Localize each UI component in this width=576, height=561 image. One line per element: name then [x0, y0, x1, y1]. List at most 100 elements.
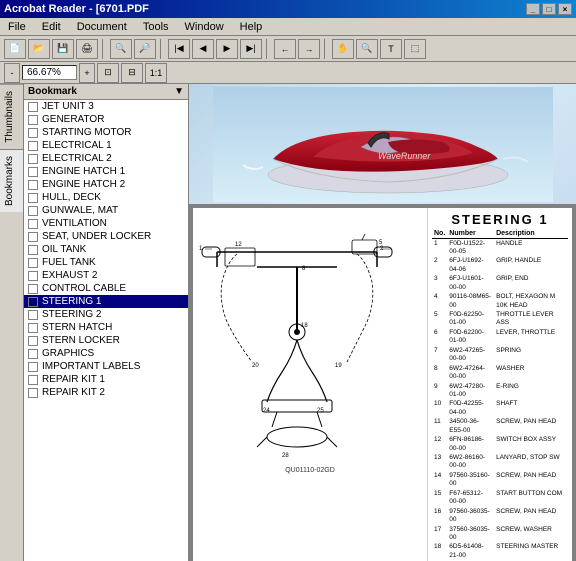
svg-text:20: 20: [252, 363, 259, 369]
fit-page-btn[interactable]: ⊡: [97, 63, 119, 83]
document-area[interactable]: WaveRunner: [189, 84, 576, 561]
maximize-button[interactable]: □: [542, 3, 556, 15]
bookmark-label: ENGINE HATCH 1: [42, 166, 125, 177]
bookmarks-dropdown-icon[interactable]: ▼: [174, 86, 184, 97]
bookmark-item[interactable]: EXHAUST 2: [24, 269, 188, 282]
bookmark-item[interactable]: STERN HATCH: [24, 321, 188, 334]
close-button[interactable]: ×: [558, 3, 572, 15]
fit-width-btn[interactable]: ⊟: [121, 63, 143, 83]
cell-number: F0D-42255-04-00: [447, 400, 494, 418]
hand-tool[interactable]: ✋: [332, 39, 354, 59]
bookmark-checkbox: [28, 128, 38, 138]
cell-no: 8: [432, 364, 447, 382]
bookmark-item[interactable]: GUNWALE, MAT: [24, 204, 188, 217]
menu-document[interactable]: Document: [73, 20, 131, 34]
bookmark-item[interactable]: JET UNIT 3: [24, 100, 188, 113]
menu-window[interactable]: Window: [181, 20, 228, 34]
zoom-out-btn[interactable]: -: [4, 63, 20, 83]
cell-number: 6FN-86186-00-00: [447, 436, 494, 454]
bookmark-item[interactable]: STEERING 1: [24, 295, 188, 308]
bookmark-item[interactable]: STERN LOCKER: [24, 334, 188, 347]
bookmark-item[interactable]: VENTILATION: [24, 217, 188, 230]
bookmark-label: CONTROL CABLE: [42, 283, 126, 294]
table-row: 15F67-65312-00-00START BUTTON COM: [432, 489, 568, 507]
find-button[interactable]: 🔎: [134, 39, 156, 59]
cell-number: 6W2-47265-00-00: [447, 346, 494, 364]
bookmark-item[interactable]: ENGINE HATCH 1: [24, 165, 188, 178]
cell-desc: BOLT, HEXAGON M 10K HEAD: [494, 293, 568, 311]
bookmark-item[interactable]: STARTING MOTOR: [24, 126, 188, 139]
bookmark-label: SEAT, UNDER LOCKER: [42, 231, 151, 242]
bookmark-item[interactable]: REPAIR KIT 1: [24, 373, 188, 386]
document-page: 1 2 5 12 8 18 19 20 24 25 28 QU01110-02G…: [193, 208, 572, 561]
bookmark-checkbox: [28, 115, 38, 125]
bookmark-item[interactable]: SEAT, UNDER LOCKER: [24, 230, 188, 243]
bookmark-item[interactable]: OIL TANK: [24, 243, 188, 256]
diagram-label: QU01110-02GD: [197, 467, 423, 474]
cell-number: 97560-36035-00: [447, 507, 494, 525]
cell-desc: SCREW, PAN HEAD: [494, 507, 568, 525]
bookmark-item[interactable]: GRAPHICS: [24, 347, 188, 360]
print-button[interactable]: 🖨: [76, 39, 98, 59]
menu-edit[interactable]: Edit: [38, 20, 65, 34]
save-button[interactable]: 💾: [52, 39, 74, 59]
bookmark-item[interactable]: CONTROL CABLE: [24, 282, 188, 295]
bookmark-item[interactable]: REPAIR KIT 2: [24, 386, 188, 399]
cell-desc: WASHER: [494, 364, 568, 382]
bookmark-checkbox: [28, 336, 38, 346]
table-row: 490116-08M65-00BOLT, HEXAGON M 10K HEAD: [432, 293, 568, 311]
bookmark-label: EXHAUST 2: [42, 270, 97, 281]
col-number: Number: [447, 229, 494, 239]
menu-tools[interactable]: Tools: [139, 20, 173, 34]
bookmark-label: GRAPHICS: [42, 348, 94, 359]
actual-size-btn[interactable]: 1:1: [145, 63, 167, 83]
bookmark-item[interactable]: ENGINE HATCH 2: [24, 178, 188, 191]
zoom-in-button[interactable]: 🔍: [356, 39, 378, 59]
last-page-button[interactable]: ▶|: [240, 39, 262, 59]
search-button[interactable]: 🔍: [110, 39, 132, 59]
bookmark-checkbox: [28, 232, 38, 242]
table-row: 186D5-61408-21-00STEERING MASTER: [432, 543, 568, 561]
bookmark-item[interactable]: ELECTRICAL 1: [24, 139, 188, 152]
forward-button[interactable]: →: [298, 39, 320, 59]
minimize-button[interactable]: _: [526, 3, 540, 15]
first-page-button[interactable]: |◀: [168, 39, 190, 59]
bookmark-item[interactable]: HULL, DECK: [24, 191, 188, 204]
bookmark-label: OIL TANK: [42, 244, 86, 255]
cell-number: 97560-35160-00: [447, 471, 494, 489]
bookmark-label: GENERATOR: [42, 114, 104, 125]
cell-no: 11: [432, 418, 447, 436]
bookmark-item[interactable]: GENERATOR: [24, 113, 188, 126]
open-button[interactable]: 📂: [28, 39, 50, 59]
col-no: No.: [432, 229, 447, 239]
bookmarks-tab[interactable]: Bookmarks: [0, 149, 23, 212]
cell-no: 7: [432, 346, 447, 364]
cell-number: 6W2-86160-00-00: [447, 454, 494, 472]
menu-bar: File Edit Document Tools Window Help: [0, 18, 576, 36]
bookmark-item[interactable]: STEERING 2: [24, 308, 188, 321]
text-tool[interactable]: T: [380, 39, 402, 59]
bookmarks-panel: Bookmark ▼ JET UNIT 3GENERATORSTARTING M…: [24, 84, 189, 561]
diagram-section: 1 2 5 12 8 18 19 20 24 25 28 QU01110-02G…: [193, 208, 427, 561]
bookmark-label: STARTING MOTOR: [42, 127, 131, 138]
cell-no: 13: [432, 454, 447, 472]
bookmark-item[interactable]: IMPORTANT LABELS: [24, 360, 188, 373]
thumbnails-tab[interactable]: Thumbnails: [0, 84, 23, 149]
bookmark-label: GUNWALE, MAT: [42, 205, 118, 216]
bookmark-checkbox: [28, 258, 38, 268]
menu-help[interactable]: Help: [236, 20, 267, 34]
new-button[interactable]: 📄: [4, 39, 26, 59]
zoom-level[interactable]: 66.67%: [22, 65, 77, 80]
menu-file[interactable]: File: [4, 20, 30, 34]
bookmark-item[interactable]: FUEL TANK: [24, 256, 188, 269]
cell-no: 2: [432, 257, 447, 275]
table-row: 1497560-35160-00SCREW, PAN HEAD: [432, 471, 568, 489]
next-page-button[interactable]: ▶: [216, 39, 238, 59]
select-tool[interactable]: ⬚: [404, 39, 426, 59]
zoom-in-btn[interactable]: +: [79, 63, 95, 83]
title-bar: Acrobat Reader - [6701.PDF _ □ ×: [0, 0, 576, 18]
prev-page-button[interactable]: ◀: [192, 39, 214, 59]
back-button[interactable]: ←: [274, 39, 296, 59]
bookmark-item[interactable]: ELECTRICAL 2: [24, 152, 188, 165]
cell-number: F67-65312-00-00: [447, 489, 494, 507]
